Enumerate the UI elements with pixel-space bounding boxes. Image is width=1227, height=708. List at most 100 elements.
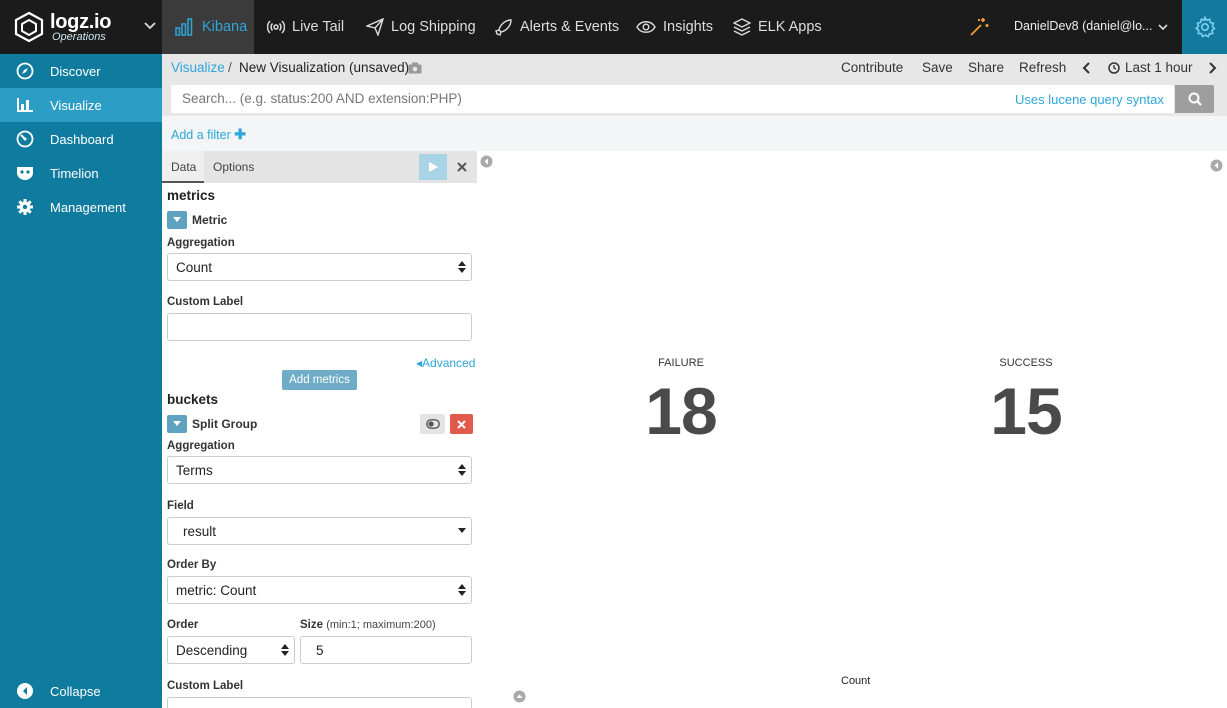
bucket-aggregation-value: Terms — [176, 463, 213, 478]
nav-elk-apps-label: ELK Apps — [758, 19, 822, 35]
share-button[interactable]: Share — [968, 60, 1004, 75]
tab-options[interactable]: Options — [204, 151, 264, 183]
order-value: Descending — [176, 643, 248, 658]
sidebar-item-dashboard[interactable]: Dashboard — [0, 122, 162, 156]
toggle-agg-button[interactable] — [420, 414, 445, 434]
page-title: New Visualization (unsaved) — [239, 60, 410, 75]
order-by-select[interactable]: metric: Count — [167, 576, 472, 604]
chevron-left-icon[interactable] — [1081, 62, 1091, 74]
chevron-right-icon[interactable] — [1208, 62, 1218, 74]
order-select[interactable]: Descending — [167, 636, 295, 664]
bar-chart-icon — [17, 98, 33, 112]
sidebar-item-label: Management — [50, 199, 126, 215]
split-group-header[interactable]: Split Group — [167, 415, 257, 433]
order-by-value: metric: Count — [176, 583, 257, 598]
user-menu[interactable]: DanielDev8 (daniel@lo... — [1014, 19, 1152, 33]
settings-button[interactable] — [1182, 0, 1227, 54]
add-metrics-button[interactable]: Add metrics — [282, 370, 357, 390]
field-label: Field — [167, 500, 194, 512]
legend-toggle-icon[interactable] — [1210, 159, 1223, 172]
brand-name: logz.io — [50, 10, 112, 33]
visualization-area: FAILURE 18 SUCCESS 15 Count — [477, 151, 1227, 708]
bucket-custom-label-label: Custom Label — [167, 680, 244, 692]
caret-down-icon — [458, 528, 466, 533]
chevron-down-icon[interactable] — [1157, 21, 1169, 33]
remove-agg-button[interactable] — [450, 414, 473, 434]
compass-icon — [16, 62, 34, 80]
metric-agg-header[interactable]: Metric — [167, 211, 227, 229]
play-icon — [429, 162, 438, 172]
gear-icon — [1194, 16, 1216, 38]
spy-toggle-icon[interactable] — [513, 690, 526, 703]
buckets-section-title: buckets — [167, 392, 219, 407]
save-button[interactable]: Save — [922, 60, 953, 75]
toggle-icon — [425, 419, 440, 429]
plus-icon: ✚ — [234, 126, 246, 142]
search-icon — [1188, 92, 1202, 106]
select-arrows-icon — [281, 644, 289, 656]
metric-collapse-toggle[interactable] — [167, 211, 187, 229]
field-value: result — [183, 524, 217, 539]
layers-icon — [733, 18, 751, 36]
magic-wand-icon[interactable] — [968, 16, 990, 38]
size-input[interactable]: 5 — [300, 636, 472, 664]
contribute-button[interactable]: Contribute — [841, 60, 903, 75]
sidebar-item-timelion[interactable]: Timelion — [0, 156, 162, 190]
filter-bar: Add a filter ✚ — [162, 116, 1227, 151]
sidebar-item-label: Discover — [50, 63, 101, 79]
order-by-label: Order By — [167, 559, 217, 571]
axis-label: Count — [841, 675, 871, 687]
logo[interactable]: logz.io Operations — [0, 0, 162, 54]
collapse-editor-icon[interactable] — [480, 155, 493, 168]
nav-live-tail[interactable]: Live Tail — [267, 0, 344, 54]
sidebar-item-visualize[interactable]: Visualize — [0, 88, 162, 122]
collapse-button[interactable]: Collapse — [0, 674, 162, 708]
tab-options-label: Options — [213, 160, 255, 174]
collapse-label: Collapse — [50, 683, 101, 699]
add-filter-link[interactable]: Add a filter ✚ — [171, 126, 246, 143]
sidebar-item-discover[interactable]: Discover — [0, 54, 162, 88]
logo-icon — [14, 11, 44, 43]
bucket-aggregation-select[interactable]: Terms — [167, 456, 472, 484]
nav-insights[interactable]: Insights — [636, 0, 713, 54]
clock-icon — [1108, 62, 1120, 74]
metric-custom-label-input[interactable] — [167, 313, 472, 341]
gear-icon — [17, 199, 33, 215]
time-range-picker[interactable]: Last 1 hour — [1125, 60, 1193, 75]
nav-alerts-events[interactable]: Alerts & Events — [495, 0, 619, 54]
size-label: Size (min:1; maximum:200) — [300, 619, 436, 631]
nav-kibana[interactable]: Kibana — [162, 0, 254, 54]
advanced-label: Advanced — [422, 356, 476, 370]
nav-log-shipping[interactable]: Log Shipping — [366, 0, 476, 54]
camera-icon[interactable] — [408, 62, 422, 74]
add-filter-label: Add a filter — [171, 128, 231, 142]
split-group-collapse-toggle[interactable] — [167, 415, 187, 433]
tab-data[interactable]: Data — [162, 151, 204, 183]
gauge-icon — [16, 130, 34, 148]
select-arrows-icon — [458, 464, 466, 476]
metric-value: 15 — [990, 374, 1062, 448]
bucket-custom-label-input[interactable] — [167, 697, 472, 708]
search-button[interactable] — [1175, 85, 1214, 113]
chevron-down-icon[interactable] — [143, 19, 157, 33]
lucene-syntax-link[interactable]: Uses lucene query syntax — [1015, 92, 1164, 107]
metric-custom-label-label: Custom Label — [167, 296, 244, 308]
metric-aggregation-value: Count — [176, 260, 213, 275]
field-select[interactable]: result — [167, 517, 472, 545]
close-icon — [457, 419, 466, 429]
sidebar-item-management[interactable]: Management — [0, 190, 162, 224]
metric-aggregation-select[interactable]: Count — [167, 253, 472, 281]
metrics-section-title: metrics — [167, 188, 216, 203]
discard-changes-button[interactable] — [449, 154, 475, 180]
sidebar: Discover Visualize Dashboard Timelion Ma… — [0, 54, 162, 708]
advanced-toggle[interactable]: ◂Advanced — [416, 356, 475, 370]
breadcrumb-visualize-link[interactable]: Visualize — [171, 60, 225, 75]
sidebar-item-label: Visualize — [50, 97, 102, 113]
editor-panel: Data Options metrics Metric Aggregation … — [162, 151, 477, 708]
apply-changes-button[interactable] — [419, 154, 447, 180]
mask-icon — [17, 167, 33, 180]
nav-elk-apps[interactable]: ELK Apps — [733, 0, 822, 54]
refresh-button[interactable]: Refresh — [1019, 60, 1066, 75]
size-value: 5 — [316, 643, 324, 658]
nav-live-tail-label: Live Tail — [292, 19, 345, 35]
